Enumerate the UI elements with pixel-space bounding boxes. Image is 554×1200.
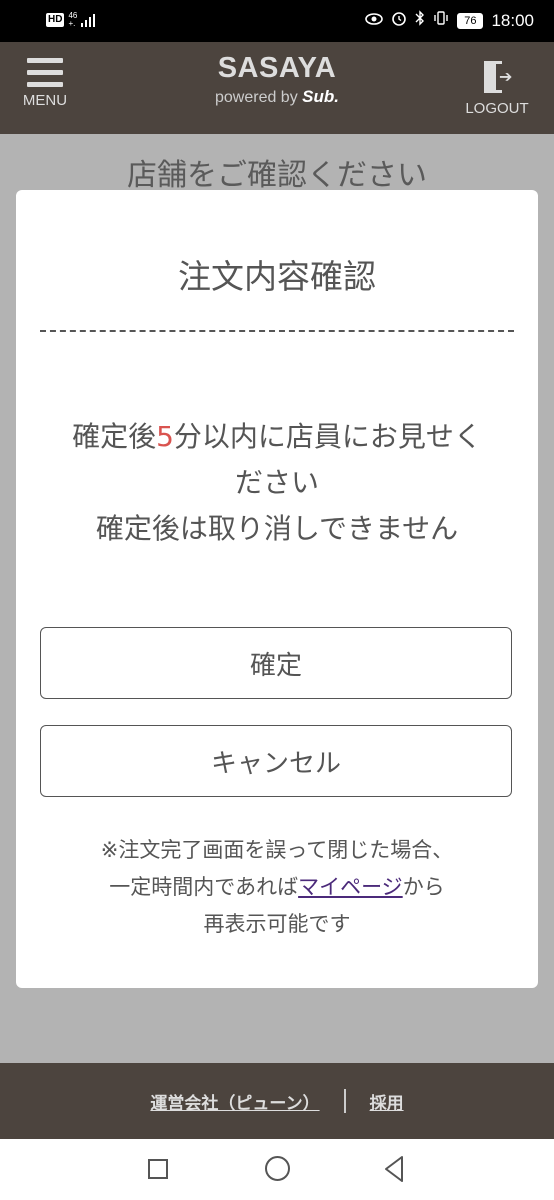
signal-icon <box>81 13 96 27</box>
footer-links: 運営会社（ピューン） 採用 <box>0 1063 554 1139</box>
app-header: MENU SASAYA powered by Sub. ➔ LOGOUT <box>0 42 554 134</box>
dialog-note: ※注文完了画面を誤って閉じた場合、 一定時間内であればマイページから 再表示可能… <box>100 838 454 936</box>
order-confirm-dialog: 注文内容確認 確定後5分以内に店員にお見せく ださい 確定後は取り消しできません… <box>16 190 538 988</box>
logout-label: LOGOUT <box>465 100 529 117</box>
logout-button[interactable]: ➔ LOGOUT <box>462 60 532 122</box>
vibrate-icon <box>433 10 449 31</box>
status-bar: HD 46 +. 76 18:00 <box>0 0 554 42</box>
confirm-button[interactable]: 確定 <box>40 627 512 699</box>
eye-icon <box>365 11 384 31</box>
minutes-highlight: 5 <box>156 420 174 453</box>
dashed-divider <box>40 330 514 332</box>
footer-separator <box>343 1089 346 1113</box>
mypage-link[interactable]: マイページ <box>298 875 403 899</box>
home-icon[interactable] <box>265 1156 290 1181</box>
logout-icon: ➔ <box>482 60 512 96</box>
recruit-link[interactable]: 採用 <box>370 1089 404 1114</box>
battery-icon: 76 <box>457 12 484 29</box>
company-link[interactable]: 運営会社（ピューン） <box>150 1089 319 1114</box>
back-icon[interactable] <box>382 1154 406 1184</box>
sub-logo: Sub. <box>302 87 339 106</box>
dialog-title: 注文内容確認 <box>178 257 376 296</box>
recent-apps-icon[interactable] <box>148 1159 168 1179</box>
dialog-message: 確定後5分以内に店員にお見せく ださい 確定後は取り消しできません <box>72 420 482 545</box>
status-right: 76 18:00 <box>365 10 534 31</box>
app-footer: 運営会社（ピューン） 採用 <box>0 1063 554 1139</box>
status-left: HD 46 +. <box>46 11 96 28</box>
system-nav-bar <box>0 1139 554 1200</box>
alarm-icon <box>391 10 407 31</box>
cancel-button[interactable]: キャンセル <box>40 725 512 797</box>
network-type-icon: 46 +. <box>68 11 78 28</box>
clock: 18:00 <box>491 10 534 30</box>
bluetooth-icon <box>415 10 425 31</box>
hd-icon: HD <box>46 13 65 27</box>
page-title: 店舗をご確認ください <box>127 158 427 193</box>
